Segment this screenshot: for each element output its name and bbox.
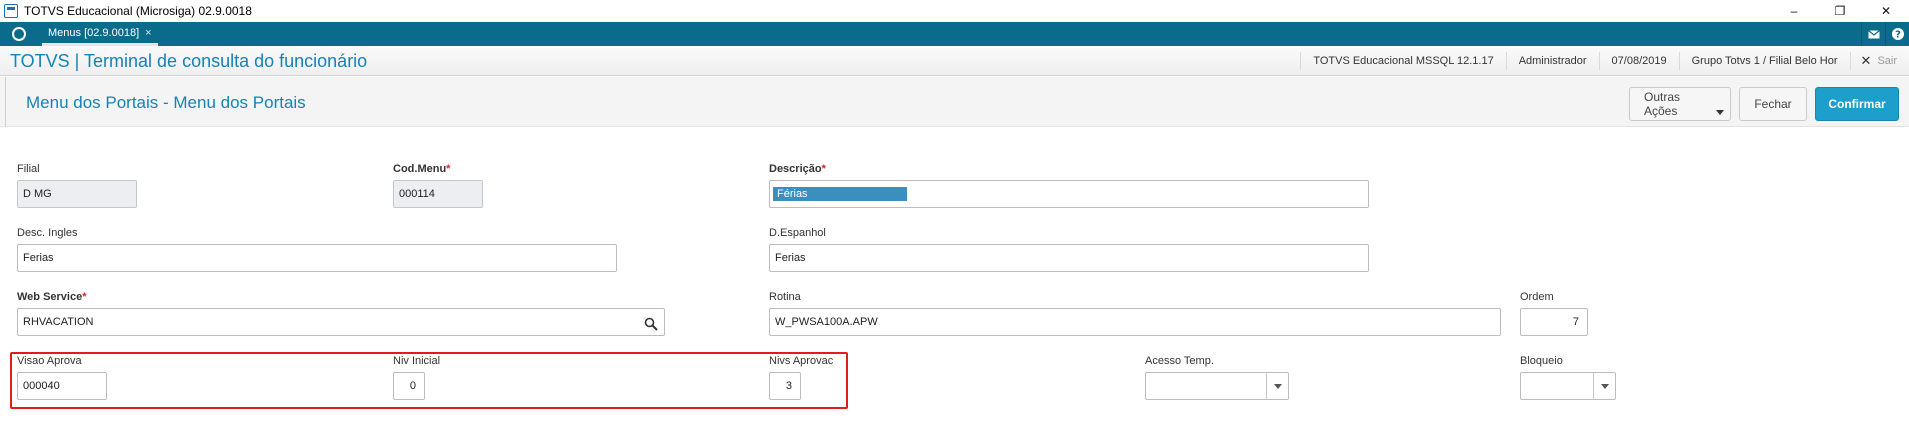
web-service-label-text: Web Service	[17, 291, 83, 303]
descricao-selected-text: Férias	[773, 187, 907, 201]
totvs-logo-icon[interactable]	[8, 23, 30, 45]
descricao-label-text: Descrição	[769, 163, 822, 175]
tab-menus-label: Menus [02.9.0018]	[48, 26, 140, 39]
desc-ingles-label: Desc. Ingles	[17, 227, 78, 239]
field-bloqueio: Bloqueio	[1520, 354, 1616, 400]
close-button[interactable]: Fechar	[1739, 87, 1807, 121]
acesso-temp-label: Acesso Temp.	[1145, 355, 1214, 367]
app-header: TOTVS | Terminal de consulta do funcioná…	[0, 46, 1909, 76]
mail-icon[interactable]	[1861, 22, 1885, 46]
acesso-temp-select[interactable]	[1145, 372, 1289, 400]
app-title: TOTVS | Terminal de consulta do funcioná…	[10, 51, 368, 71]
chevron-down-icon[interactable]	[1266, 373, 1288, 399]
desc-ingles-input[interactable]: Ferias	[17, 244, 617, 272]
filial-label: Filial	[17, 163, 40, 175]
rotina-input[interactable]: W_PWSA100A.APW	[769, 308, 1501, 336]
window-controls: – ❐ ✕	[1771, 0, 1909, 22]
other-actions-button[interactable]: Outras Ações	[1629, 87, 1731, 121]
field-cod-menu: Cod.Menu* 000114	[393, 162, 483, 208]
close-window-button[interactable]: ✕	[1863, 0, 1909, 22]
exit-label: Sair	[1877, 55, 1897, 67]
web-service-value: RHVACATION	[23, 316, 94, 328]
minimize-button[interactable]: –	[1771, 0, 1817, 22]
other-actions-label: Outras Ações	[1644, 90, 1681, 118]
cod-menu-label: Cod.Menu*	[393, 162, 483, 176]
exit-button[interactable]: ✕ Sair	[1849, 52, 1909, 70]
d-espanhol-label: D.Espanhol	[769, 227, 826, 239]
action-buttons: Outras Ações Fechar Confirmar	[1629, 87, 1899, 121]
window-title: TOTVS Educacional (Microsiga) 02.9.0018	[24, 4, 252, 18]
side-handle[interactable]	[0, 77, 6, 127]
field-web-service: Web Service* RHVACATION	[17, 290, 665, 336]
field-filial: Filial D MG	[17, 162, 137, 208]
search-icon[interactable]	[644, 315, 658, 331]
field-descricao: Descrição* Férias	[769, 162, 1369, 208]
field-rotina: Rotina W_PWSA100A.APW	[769, 290, 1501, 336]
required-mark: *	[821, 163, 826, 175]
status-user: Administrador	[1505, 52, 1599, 70]
svg-text:?: ?	[1895, 30, 1901, 41]
required-mark: *	[82, 291, 87, 303]
bloqueio-label: Bloqueio	[1520, 355, 1563, 367]
status-branch: Grupo Totvs 1 / Filial Belo Hor	[1678, 52, 1850, 70]
cod-menu-label-text: Cod.Menu	[393, 163, 447, 175]
tab-bar: Menus [02.9.0018] × ?	[0, 22, 1909, 46]
tab-menus[interactable]: Menus [02.9.0018] ×	[42, 22, 158, 46]
web-service-label: Web Service*	[17, 290, 665, 304]
field-acesso-temp: Acesso Temp.	[1145, 354, 1289, 400]
bloqueio-select[interactable]	[1520, 372, 1616, 400]
chevron-down-icon	[1716, 110, 1724, 115]
status-date: 07/08/2019	[1598, 52, 1679, 70]
ordem-label: Ordem	[1520, 291, 1554, 303]
tab-close-icon[interactable]: ×	[145, 27, 151, 39]
restore-button[interactable]: ❐	[1817, 0, 1863, 22]
close-icon: ✕	[1860, 53, 1872, 68]
filial-input[interactable]: D MG	[17, 180, 137, 208]
page-title-bar: Menu dos Portais - Menu dos Portais Outr…	[0, 77, 1909, 127]
field-ordem: Ordem 7	[1520, 290, 1588, 336]
page-title: Menu dos Portais - Menu dos Portais	[26, 93, 306, 112]
chevron-down-icon[interactable]	[1593, 373, 1615, 399]
status-environment: TOTVS Educacional MSSQL 12.1.17	[1300, 52, 1505, 70]
descricao-label: Descrição*	[769, 162, 1369, 176]
window-title-bar: TOTVS Educacional (Microsiga) 02.9.0018 …	[0, 0, 1909, 22]
rotina-label: Rotina	[769, 291, 801, 303]
d-espanhol-input[interactable]: Ferias	[769, 244, 1369, 272]
annotation-highlight-box	[10, 352, 848, 409]
web-service-input[interactable]: RHVACATION	[17, 308, 665, 336]
confirm-button[interactable]: Confirmar	[1815, 87, 1899, 121]
cod-menu-input[interactable]: 000114	[393, 180, 483, 208]
field-d-espanhol: D.Espanhol Ferias	[769, 226, 1369, 272]
app-window-icon	[4, 4, 18, 18]
field-desc-ingles: Desc. Ingles Ferias	[17, 226, 617, 272]
status-strip: TOTVS Educacional MSSQL 12.1.17 Administ…	[1300, 46, 1909, 76]
required-mark: *	[446, 163, 451, 175]
help-icon[interactable]: ?	[1885, 22, 1909, 46]
ordem-input[interactable]: 7	[1520, 308, 1588, 336]
tab-bar-tools: ?	[1861, 22, 1909, 46]
descricao-input[interactable]: Férias	[769, 180, 1369, 208]
